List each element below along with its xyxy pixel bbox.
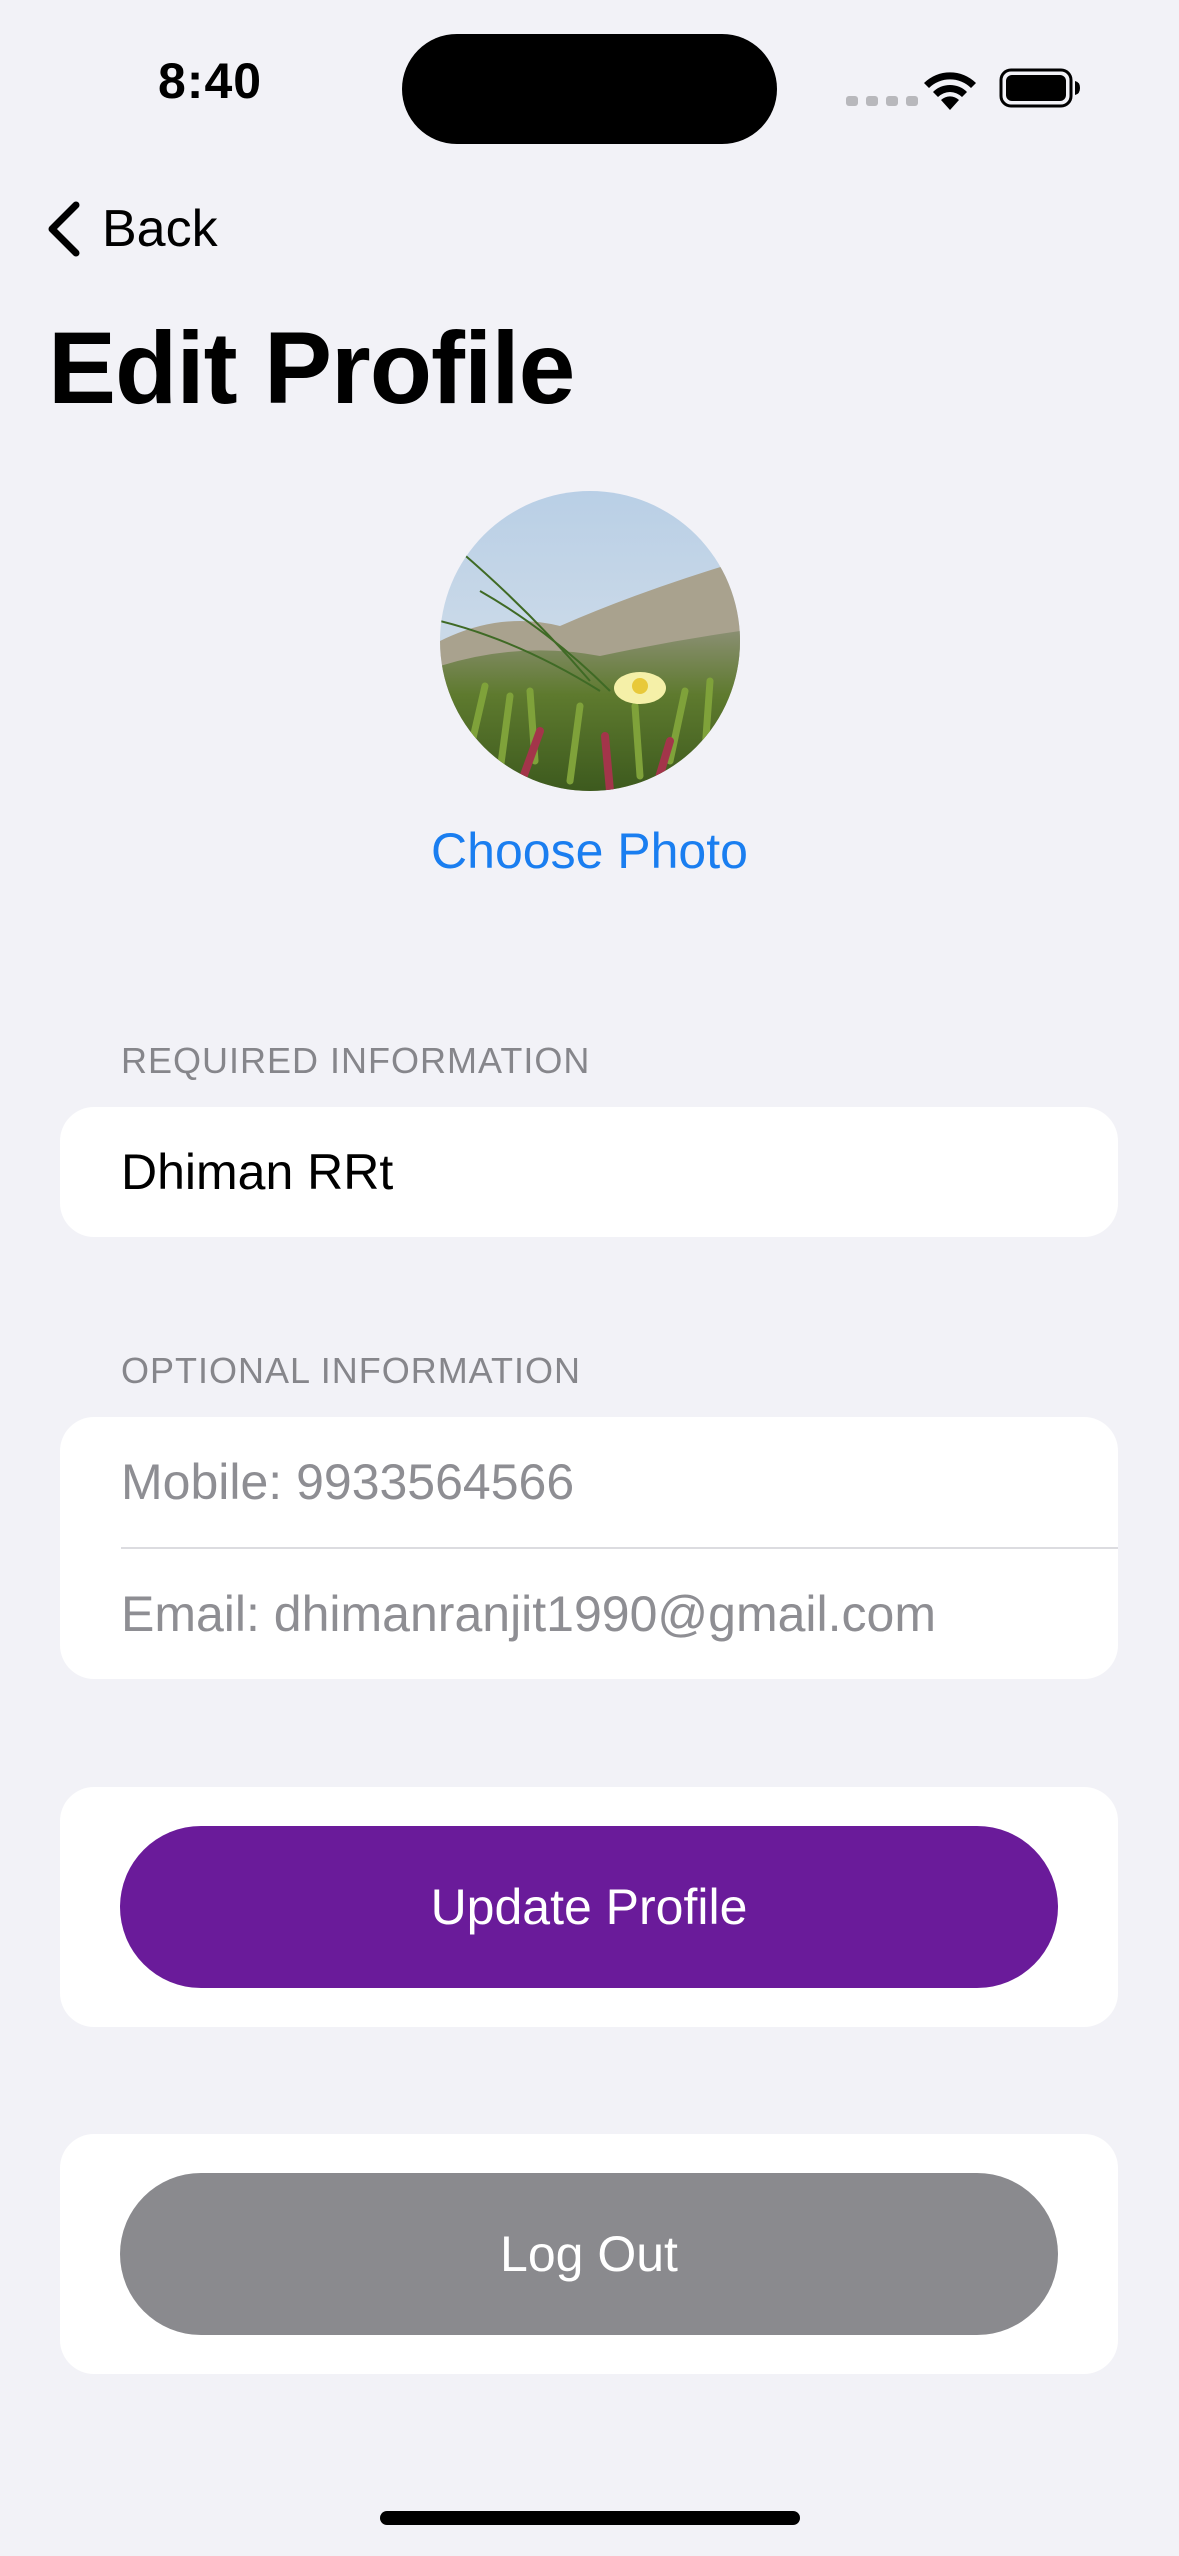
wifi-icon [924, 72, 976, 110]
logout-card: Log Out [60, 2134, 1118, 2374]
email-field[interactable]: Email: dhimanranjit1990@gmail.com [121, 1549, 1118, 1679]
optional-card: Mobile: 9933564566 Email: dhimanranjit19… [60, 1417, 1118, 1679]
mobile-field[interactable]: Mobile: 9933564566 [121, 1417, 1118, 1547]
choose-photo-button[interactable]: Choose Photo [0, 822, 1179, 880]
dynamic-island [402, 34, 777, 144]
required-section-header: REQUIRED INFORMATION [121, 1040, 591, 1081]
page-title: Edit Profile [48, 311, 575, 425]
home-indicator[interactable] [380, 2511, 800, 2525]
update-profile-button[interactable]: Update Profile [120, 1826, 1058, 1988]
profile-avatar[interactable] [440, 491, 740, 791]
battery-icon [999, 68, 1080, 108]
name-field[interactable]: Dhiman RRt [121, 1107, 1118, 1237]
back-label: Back [102, 200, 218, 258]
optional-section-header: OPTIONAL INFORMATION [121, 1350, 582, 1391]
required-card: Dhiman RRt [60, 1107, 1118, 1237]
logout-button[interactable]: Log Out [120, 2173, 1058, 2335]
update-card: Update Profile [60, 1787, 1118, 2027]
back-button[interactable]: Back [44, 194, 218, 264]
status-time: 8:40 [158, 53, 263, 109]
chevron-left-icon [48, 201, 80, 257]
cellular-signal-icon [846, 96, 918, 106]
avatar-photo [440, 491, 740, 791]
edit-profile-screen: 8:40 Back Edit Profile Choose Photo REQU… [0, 0, 1179, 2556]
